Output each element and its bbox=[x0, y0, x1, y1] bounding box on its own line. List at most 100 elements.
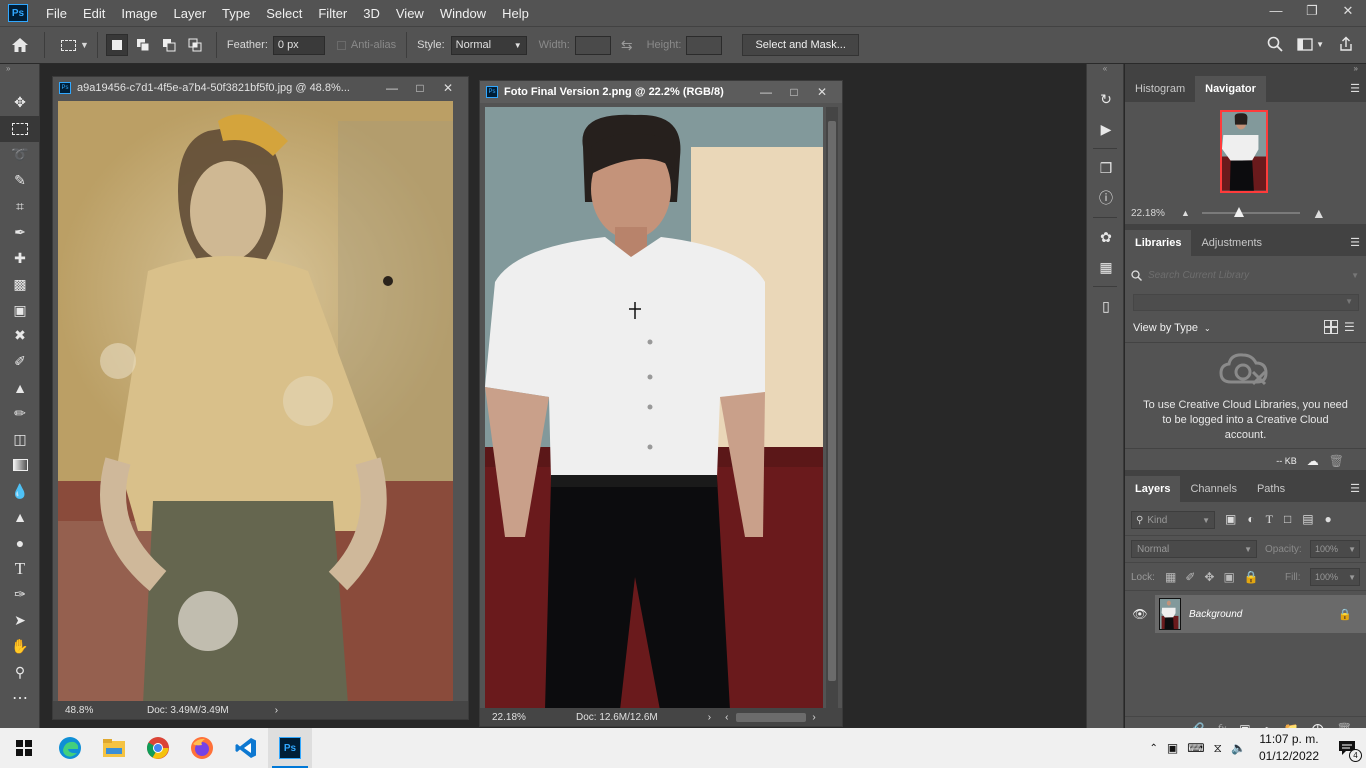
frame-tool-icon[interactable]: ▣ bbox=[0, 297, 40, 323]
document-title-bar[interactable]: Ps Foto Final Version 2.png @ 22.2% (RGB… bbox=[480, 81, 842, 103]
close-icon[interactable]: ✕ bbox=[808, 85, 836, 99]
volume-speaker-icon[interactable]: 🔈 bbox=[1231, 741, 1246, 755]
history-brush-tool-icon[interactable]: ✏ bbox=[0, 401, 40, 427]
input-indicator-icon[interactable]: ⌨ bbox=[1187, 741, 1204, 755]
healing-brush-tool-icon[interactable]: ✚ bbox=[0, 245, 40, 271]
panel-menu-icon[interactable]: ☰ bbox=[1350, 82, 1360, 95]
clone-stamp-tool-icon[interactable]: ▲ bbox=[0, 375, 40, 401]
add-selection-button[interactable] bbox=[132, 34, 154, 56]
taskbar-clock[interactable]: 11:07 p. m. 01/12/2022 bbox=[1259, 731, 1319, 765]
history-icon[interactable]: ↻ bbox=[1087, 84, 1125, 114]
zoom-tool-icon[interactable]: ⚲ bbox=[0, 660, 40, 686]
panel-menu-icon[interactable]: ☰ bbox=[1350, 482, 1360, 495]
lasso-tool-icon[interactable]: ➰ bbox=[0, 142, 40, 168]
vertical-scrollbar[interactable] bbox=[456, 101, 468, 704]
close-icon[interactable]: ✕ bbox=[1330, 0, 1366, 26]
filter-type-icon[interactable]: T bbox=[1266, 512, 1273, 527]
style-select[interactable]: Normal ▼ bbox=[450, 35, 527, 55]
info-icon[interactable]: ⓘ bbox=[1087, 183, 1125, 213]
close-icon[interactable]: ✕ bbox=[434, 81, 462, 95]
wifi-icon[interactable]: ⧖ bbox=[1214, 741, 1222, 756]
menu-edit[interactable]: Edit bbox=[75, 6, 113, 21]
restore-icon[interactable]: ❐ bbox=[1294, 0, 1330, 26]
path-selection-tool-icon[interactable]: ➤ bbox=[0, 608, 40, 634]
quick-selection-tool-icon[interactable]: ✎ bbox=[0, 168, 40, 194]
menu-help[interactable]: Help bbox=[494, 6, 537, 21]
taskbar-file-explorer[interactable] bbox=[92, 728, 136, 768]
action-center-button[interactable]: 4 bbox=[1328, 728, 1366, 768]
collapse-arrows-icon[interactable]: » bbox=[0, 64, 39, 76]
filter-toggle-icon[interactable]: ● bbox=[1325, 512, 1332, 527]
home-icon[interactable] bbox=[0, 37, 40, 53]
cc-sync-icon[interactable]: ☁ bbox=[1307, 454, 1319, 468]
opacity-input[interactable]: 100% ▼ bbox=[1310, 540, 1360, 558]
intersect-selection-button[interactable] bbox=[184, 34, 206, 56]
move-tool-icon[interactable]: ✥ bbox=[0, 90, 40, 116]
maximize-icon[interactable]: □ bbox=[780, 85, 808, 99]
new-selection-button[interactable] bbox=[105, 34, 128, 56]
tab-libraries[interactable]: Libraries bbox=[1125, 230, 1192, 256]
tab-adjustments[interactable]: Adjustments bbox=[1191, 230, 1272, 256]
taskbar-vscode[interactable] bbox=[224, 728, 268, 768]
lock-all-icon[interactable]: 🔒 bbox=[1244, 570, 1259, 584]
marquee-tool-preset[interactable]: ▼ bbox=[61, 39, 89, 51]
zoom-level[interactable]: 48.8% bbox=[53, 705, 105, 716]
workspace-switcher[interactable]: ▼ bbox=[1297, 37, 1324, 51]
collapse-arrows-icon[interactable]: » bbox=[1125, 64, 1366, 76]
gradient-tool-icon[interactable] bbox=[0, 452, 40, 478]
menu-view[interactable]: View bbox=[388, 6, 432, 21]
more-tools-icon[interactable]: ⋯ bbox=[0, 685, 40, 711]
tab-layers[interactable]: Layers bbox=[1125, 476, 1181, 502]
library-select[interactable]: ▼ bbox=[1133, 294, 1359, 311]
color-palette-icon[interactable]: ✿ bbox=[1087, 222, 1125, 252]
menu-filter[interactable]: Filter bbox=[310, 6, 355, 21]
taskbar-edge[interactable] bbox=[48, 728, 92, 768]
taskbar-photoshop[interactable]: Ps bbox=[268, 728, 312, 768]
clone-source-icon[interactable]: ▯ bbox=[1087, 291, 1125, 321]
filter-shape-icon[interactable]: □ bbox=[1284, 512, 1291, 527]
marquee-tool-icon[interactable] bbox=[0, 115, 40, 142]
menu-layer[interactable]: Layer bbox=[166, 6, 215, 21]
document-title-bar[interactable]: Ps a9a19456-c7d1-4f5e-a7b4-50f3821bf5f0.… bbox=[53, 77, 468, 99]
show-hidden-icons-chevron-icon[interactable]: ⌃ bbox=[1149, 743, 1157, 754]
type-tool-icon[interactable]: T bbox=[0, 556, 40, 582]
tab-channels[interactable]: Channels bbox=[1180, 476, 1246, 502]
chevron-left-icon[interactable]: ‹ bbox=[725, 712, 728, 723]
eyedropper-tool-icon[interactable]: ✒ bbox=[0, 219, 40, 245]
select-and-mask-button[interactable]: Select and Mask... bbox=[742, 34, 859, 56]
layer-kind-filter[interactable]: ⚲ Kind ▼ bbox=[1131, 511, 1215, 529]
original-photo-canvas[interactable] bbox=[58, 101, 453, 704]
scrollbar-thumb[interactable] bbox=[828, 121, 836, 681]
list-view-icon[interactable]: ☰ bbox=[1344, 320, 1358, 334]
trash-icon[interactable]: 🗑 bbox=[1329, 454, 1344, 468]
tab-histogram[interactable]: Histogram bbox=[1125, 76, 1195, 102]
sharpen-tool-icon[interactable]: ▲ bbox=[0, 504, 40, 530]
minimize-icon[interactable]: — bbox=[752, 85, 780, 99]
layer-item-background[interactable]: Background 🔒 bbox=[1155, 595, 1366, 633]
lock-position-icon[interactable]: ✥ bbox=[1204, 570, 1214, 584]
zoom-out-mountain-icon[interactable]: ▲ bbox=[1181, 208, 1190, 218]
grid-view-icon[interactable] bbox=[1324, 320, 1338, 334]
lock-artboard-icon[interactable]: ▣ bbox=[1223, 570, 1234, 584]
library-search[interactable]: Search Current Library ▼ bbox=[1131, 266, 1359, 284]
navigator-zoom-value[interactable]: 22.18% bbox=[1131, 208, 1181, 219]
menu-window[interactable]: Window bbox=[432, 6, 494, 21]
blend-mode-select[interactable]: Normal ▼ bbox=[1131, 540, 1257, 558]
panel-menu-icon[interactable]: ☰ bbox=[1350, 236, 1360, 249]
search-icon[interactable] bbox=[1267, 36, 1283, 52]
menu-file[interactable]: File bbox=[38, 6, 75, 21]
content-aware-move-tool-icon[interactable]: ✖ bbox=[0, 323, 40, 349]
taskbar-chrome[interactable] bbox=[136, 728, 180, 768]
hand-tool-icon[interactable]: ✋ bbox=[0, 634, 40, 660]
layer-name[interactable]: Background bbox=[1189, 609, 1242, 620]
tab-navigator[interactable]: Navigator bbox=[1195, 76, 1266, 102]
zoom-in-mountain-icon[interactable]: ▲ bbox=[1312, 205, 1326, 221]
menu-type[interactable]: Type bbox=[214, 6, 258, 21]
swatches-grid-icon[interactable]: ▦ bbox=[1087, 252, 1125, 282]
tab-paths[interactable]: Paths bbox=[1247, 476, 1295, 502]
share-icon[interactable] bbox=[1338, 36, 1354, 52]
meet-now-icon[interactable]: ▣ bbox=[1167, 741, 1178, 755]
minimize-icon[interactable]: — bbox=[1258, 0, 1294, 26]
pen-tool-icon[interactable]: ✑ bbox=[0, 582, 40, 608]
3d-cube-icon[interactable]: ❒ bbox=[1087, 153, 1125, 183]
